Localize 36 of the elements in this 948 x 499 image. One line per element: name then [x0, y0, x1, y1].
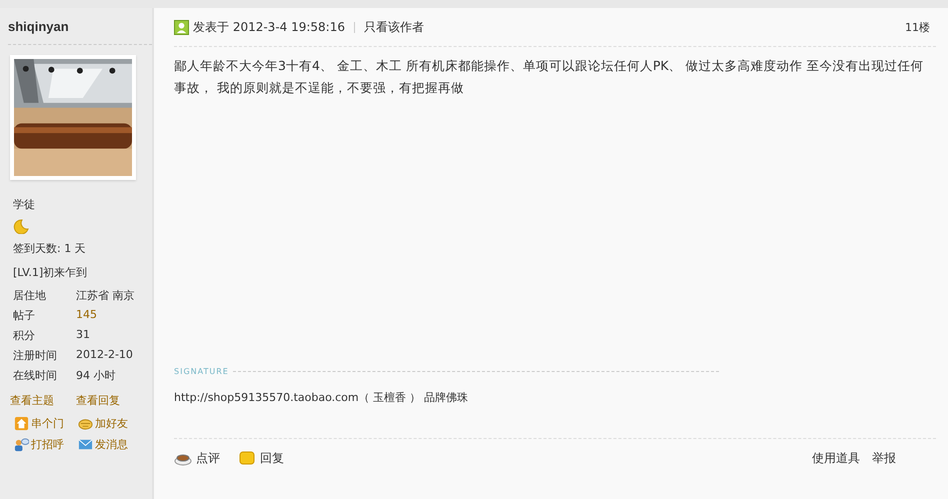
signature-label: SIGNATURE	[174, 367, 229, 376]
action-link[interactable]: 发消息	[95, 437, 128, 452]
stat-label: 帖子	[13, 308, 36, 323]
stat-value: 江苏省 南京	[76, 288, 136, 303]
post-body: 鄙人年龄不大今年3十有4、 金工、木工 所有机床都能操作、单项可以跟论坛任何人PK、 做过太多高难度动作 至今没有出现过任何事故， 我的原则就是不逞能，不要强，有把握再做	[174, 57, 925, 97]
note-icon	[238, 450, 256, 466]
user-level: [LV.1]初来乍到	[13, 265, 88, 280]
footer-link[interactable]: 使用道具	[812, 450, 860, 466]
footer-link[interactable]: 举报	[872, 450, 896, 466]
user-rank: 学徒	[13, 197, 36, 212]
signature-text: http://shop59135570.taobao.com（ 玉檀香 ） 品牌佛珠	[174, 390, 470, 406]
profile-link[interactable]: 查看回复	[76, 393, 120, 408]
action-link[interactable]: 串个门	[31, 416, 64, 431]
person-bubble-icon	[14, 437, 29, 452]
post-time: 发表于 2012-3-4 19:58:16	[193, 18, 345, 36]
stat-value[interactable]: 145	[76, 308, 152, 323]
profile-link[interactable]: 查看主题	[10, 393, 54, 408]
stat-value: 94 小时	[76, 368, 116, 383]
floor-number: 11楼	[905, 20, 931, 34]
signin-days: 签到天数: 1 天	[13, 241, 152, 256]
house-icon	[14, 416, 29, 431]
stat-label: 注册时间	[13, 348, 58, 363]
stat-label: 在线时间	[13, 368, 58, 383]
action-link[interactable]: 加好友	[95, 416, 128, 431]
envelope-icon	[78, 437, 93, 452]
action-link[interactable]: 打招呼	[31, 437, 64, 452]
stat-label: 积分	[13, 328, 36, 343]
author-only-link[interactable]: 只看该作者	[364, 18, 424, 36]
username[interactable]: shiqinyan	[8, 8, 152, 45]
footer-link[interactable]: 点评	[196, 450, 220, 466]
user-icon	[174, 20, 189, 34]
stat-value: 31	[76, 328, 91, 343]
stat-label: 居住地	[13, 288, 47, 303]
moon-icon	[13, 218, 29, 234]
stat-value: 2012-2-10	[76, 348, 134, 363]
footer-link[interactable]: 回复	[260, 450, 284, 466]
